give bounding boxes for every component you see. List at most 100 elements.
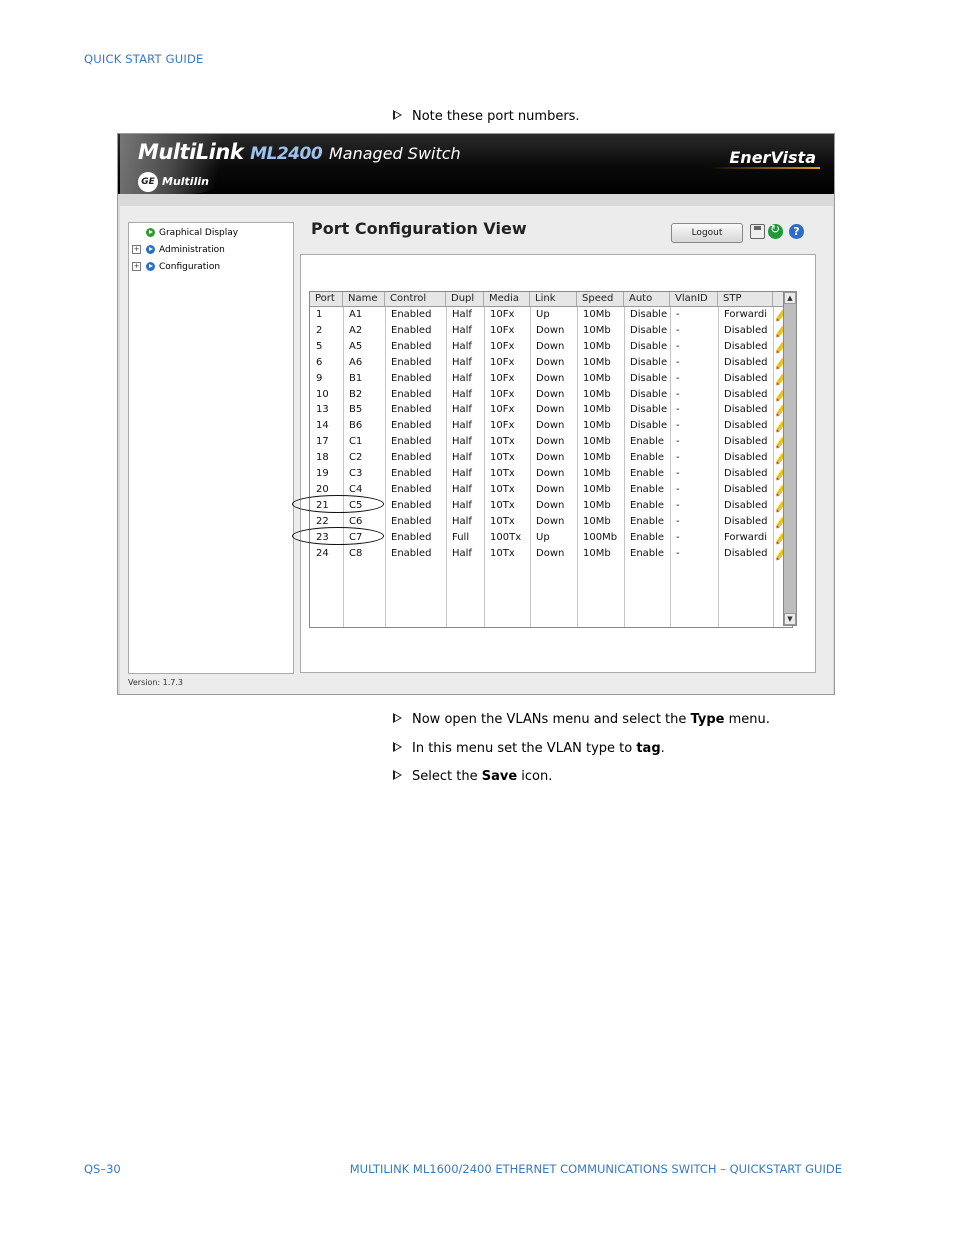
table-cell: 10Mb xyxy=(583,404,611,416)
table-cell: 10Mb xyxy=(583,356,611,368)
table-cell: A1 xyxy=(349,309,363,320)
table-row[interactable]: 6 A6 Enabled Half 10Fx Down 10Mb Disable - Disabl… xyxy=(310,355,792,371)
table-row[interactable]: 22 C6 Enabled Half 10Tx Down 10Mb Enable - Disabl… xyxy=(310,514,792,530)
table-cell: Enabled xyxy=(391,483,432,495)
table-row[interactable]: 17 C1 Enabled Half 10Tx Down 10Mb Enable - Disabl… xyxy=(310,434,792,450)
column-header[interactable]: STP xyxy=(718,292,773,306)
table-cell: Enabled xyxy=(391,499,432,511)
table-cell: Half xyxy=(452,547,472,559)
table-cell: 10Tx xyxy=(490,483,515,495)
vertical-scrollbar[interactable]: ▲ ▼ xyxy=(783,291,797,626)
table-cell: Half xyxy=(452,499,472,511)
table-cell: - xyxy=(676,547,680,559)
table-cell: 10Tx xyxy=(490,547,515,559)
column-header[interactable]: Auto xyxy=(624,292,670,306)
app-banner: MultiLink ML2400 Managed Switch GE Multi… xyxy=(118,134,834,194)
scroll-up-icon[interactable]: ▲ xyxy=(784,292,796,304)
table-cell: Down xyxy=(536,452,565,464)
expand-icon[interactable]: + xyxy=(132,245,141,254)
table-cell: Disabled xyxy=(724,404,768,416)
table-cell: Disabled xyxy=(724,452,768,464)
table-row[interactable]: 19 C3 Enabled Half 10Tx Down 10Mb Enable - Disabl… xyxy=(310,466,792,482)
table-cell: Disable xyxy=(630,324,668,336)
nav-item-configuration[interactable]: + Configuration xyxy=(132,262,220,272)
enervista-logo: EnerVista xyxy=(729,148,816,167)
column-header[interactable]: Dupl xyxy=(446,292,484,306)
table-cell: - xyxy=(676,420,680,432)
logout-button[interactable]: Logout xyxy=(671,223,743,243)
table-cell: 10Mb xyxy=(583,420,611,432)
table-cell: 10Mb xyxy=(583,372,611,384)
help-icon[interactable]: ? xyxy=(789,224,804,239)
multilin-logo: Multilin xyxy=(162,175,209,188)
table-cell: - xyxy=(676,388,680,400)
table-cell: 10Fx xyxy=(490,404,515,416)
table-cell: 100Mb xyxy=(583,531,618,543)
table-cell: Enabled xyxy=(391,420,432,432)
table-cell: Enabled xyxy=(391,515,432,527)
table-cell: - xyxy=(676,515,680,527)
table-cell: - xyxy=(676,483,680,495)
column-header[interactable]: Port xyxy=(310,292,343,306)
column-header[interactable]: Media xyxy=(484,292,530,306)
table-cell: - xyxy=(676,452,680,464)
table-cell: B2 xyxy=(349,388,363,400)
table-cell: Down xyxy=(536,483,565,495)
table-cell: Disabled xyxy=(724,420,768,432)
table-row[interactable]: 10 B2 Enabled Half 10Fx Down 10Mb Disable - Disab… xyxy=(310,387,792,403)
table-cell: Half xyxy=(452,309,472,320)
table-cell: Down xyxy=(536,356,565,368)
nav-item-graphical-display[interactable]: Graphical Display xyxy=(146,228,238,238)
table-cell: 100Tx xyxy=(490,531,522,543)
table-cell: Disabled xyxy=(724,499,768,511)
table-cell: 10Tx xyxy=(490,468,515,479)
table-row[interactable]: 9 B1 Enabled Half 10Fx Down 10Mb Disable - Disabl… xyxy=(310,371,792,387)
step-open-vlans: Now open the VLANs menu and select the T… xyxy=(393,711,770,729)
table-row[interactable]: 5 A5 Enabled Half 10Fx Down 10Mb Disable - Disabl… xyxy=(310,339,792,355)
table-frame: Port Name Control Dupl Media Link Speed Auto Vla… xyxy=(300,254,816,673)
column-header[interactable]: Speed xyxy=(577,292,624,306)
table-cell: Disabled xyxy=(724,356,768,368)
table-cell: Enable xyxy=(630,483,665,495)
table-cell: 10Fx xyxy=(490,372,515,384)
table-cell: Enabled xyxy=(391,531,432,543)
table-row[interactable]: 18 C2 Enabled Half 10Tx Down 10Mb Enable - Disabl… xyxy=(310,450,792,466)
table-cell: 10Fx xyxy=(490,356,515,368)
refresh-icon[interactable] xyxy=(768,222,783,239)
table-cell: Enable xyxy=(630,531,665,543)
table-row[interactable]: 14 B6 Enabled Half 10Fx Down 10Mb Disable - Disab… xyxy=(310,418,792,434)
table-cell: Down xyxy=(536,547,565,559)
scroll-down-icon[interactable]: ▼ xyxy=(784,613,796,625)
table-cell: Enabled xyxy=(391,436,432,448)
table-row[interactable]: 1 A1 Enabled Half 10Fx Up 10Mb Disable - Forwardi xyxy=(310,307,792,323)
table-cell: Down xyxy=(536,404,565,416)
table-cell: Down xyxy=(536,388,565,400)
table-cell: C1 xyxy=(349,436,363,448)
table-cell: 9 xyxy=(316,372,323,384)
table-cell: Half xyxy=(452,483,472,495)
highlight-ellipse xyxy=(292,494,384,513)
save-icon[interactable] xyxy=(750,224,765,239)
app-body: Graphical Display + Administration + Confi… xyxy=(120,206,833,694)
play-icon xyxy=(146,228,155,237)
table-row[interactable]: 13 B5 Enabled Half 10Fx Down 10Mb Disable - Disab… xyxy=(310,402,792,418)
table-row[interactable]: 2 A2 Enabled Half 10Fx Down 10Mb Disable - Disabl… xyxy=(310,323,792,339)
table-cell: Half xyxy=(452,404,472,416)
step-set-vlan-type: In this menu set the VLAN type to tag. xyxy=(393,740,665,758)
highlight-ellipse xyxy=(292,526,384,545)
expand-icon[interactable]: + xyxy=(132,262,141,271)
table-cell: 10Fx xyxy=(490,388,515,400)
column-header[interactable]: VlanID xyxy=(670,292,718,306)
table-row[interactable]: 20 C4 Enabled Half 10Tx Down 10Mb Enable - Disabl… xyxy=(310,482,792,498)
table-row[interactable]: 24 C8 Enabled Half 10Tx Down 10Mb Enable - Disabl… xyxy=(310,546,792,562)
table-cell: Down xyxy=(536,499,565,511)
column-header[interactable]: Link xyxy=(530,292,577,306)
column-header[interactable]: Control xyxy=(385,292,446,306)
table-cell: - xyxy=(676,468,680,479)
table-cell: Enabled xyxy=(391,372,432,384)
nav-item-administration[interactable]: + Administration xyxy=(132,245,225,255)
ge-logo-icon: GE xyxy=(138,172,158,192)
column-header[interactable]: Name xyxy=(343,292,385,306)
table-cell: A2 xyxy=(349,324,363,336)
table-cell: Half xyxy=(452,372,472,384)
